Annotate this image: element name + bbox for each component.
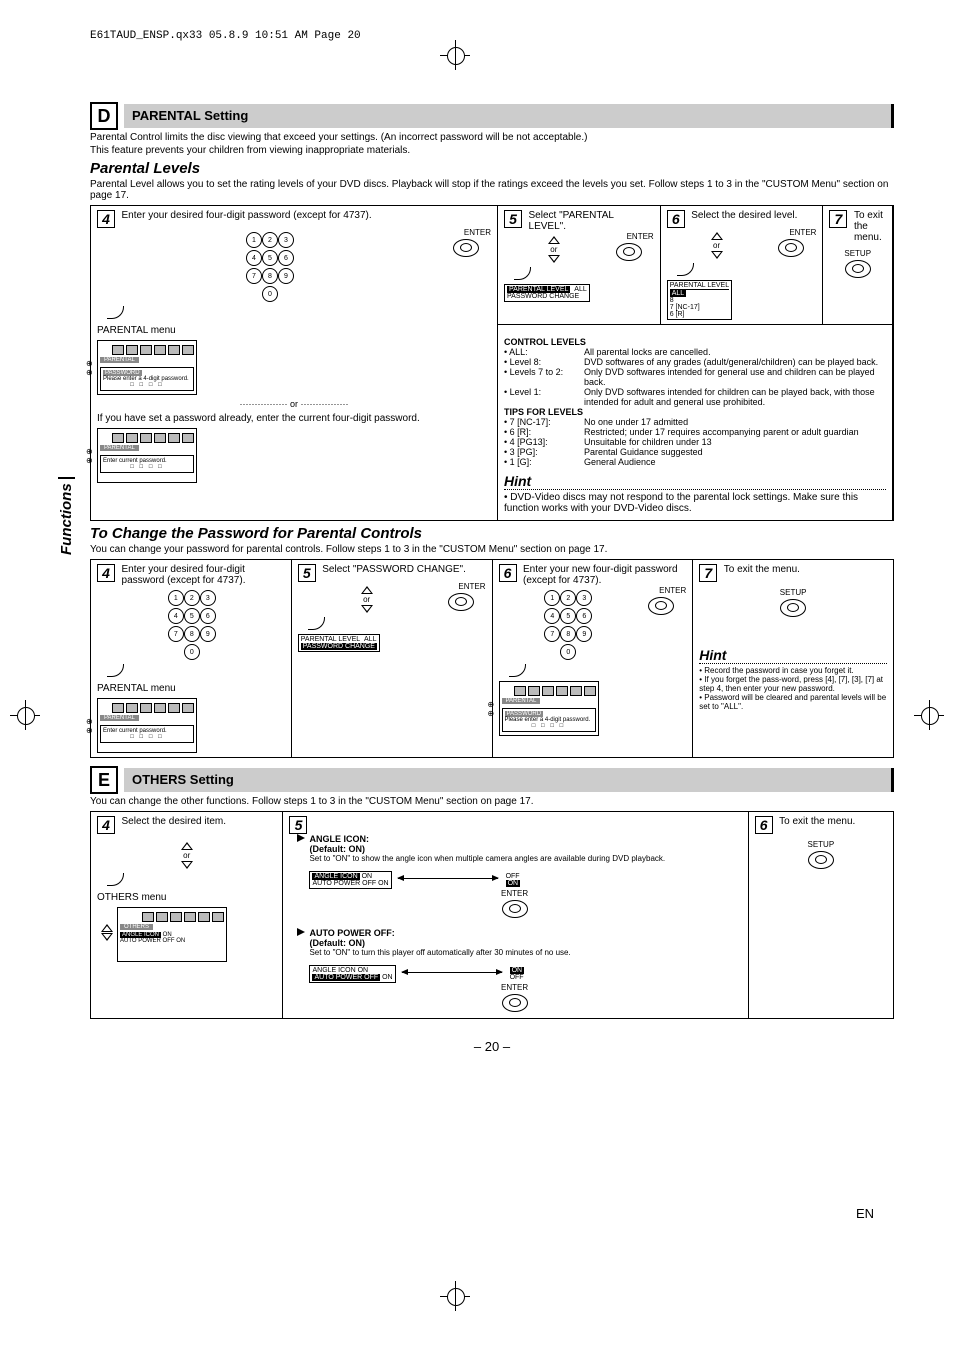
up-down-buttons[interactable]: or	[357, 586, 377, 613]
auto-power-default: (Default: ON)	[309, 938, 719, 948]
setup-label: SETUP	[829, 249, 886, 258]
parental-levels-heading: Parental Levels	[90, 160, 894, 177]
step-4-or-text: If you have set a password already, ente…	[97, 413, 491, 424]
step-6-text: Select the desired level.	[691, 210, 815, 221]
numeric-keypad[interactable]: 123 456 789 0	[244, 232, 294, 302]
angle-icon-title: ANGLE ICON:	[309, 834, 719, 844]
others-step4-text: Select the desired item.	[122, 816, 275, 827]
section-e-bar: OTHERS Setting	[124, 768, 894, 792]
tips-heading: TIPS FOR LEVELS	[504, 407, 886, 417]
enter-button[interactable]	[448, 593, 474, 611]
auto-power-menu-right: ON OFF	[508, 966, 527, 982]
others-menu-label: OTHERS menu	[97, 892, 276, 903]
angle-icon-desc: Set to "ON" to show the angle icon when …	[309, 854, 719, 863]
step-7-num: 7	[829, 210, 847, 228]
step-7-text: To exit the menu.	[854, 210, 885, 243]
pw-step5-num: 5	[298, 564, 316, 582]
others-step5-num: 5	[289, 816, 307, 834]
setup-label: SETUP	[699, 588, 887, 597]
auto-power-menu-left: ANGLE ICON ON AUTO POWER OFF ON	[309, 965, 395, 983]
section-d-bar: PARENTAL Setting	[124, 104, 894, 128]
screen-parental-enter: ⊕⊕ PARENTAL PASSWORD Please enter a 4-di…	[97, 340, 197, 395]
enter-button[interactable]	[502, 900, 528, 918]
angle-icon-menu-right: OFF ON	[504, 872, 523, 888]
numeric-keypad[interactable]: 123 456 789 0	[166, 590, 216, 660]
parental-menu-label: PARENTAL menu	[97, 683, 285, 694]
hint-2-line-2: • If you forget the pass-word, press [4]…	[699, 675, 887, 693]
pw-step4-num: 4	[97, 564, 115, 582]
change-password-desc: You can change your password for parenta…	[90, 544, 894, 555]
step-5-text: Select "PARENTAL LEVEL".	[529, 210, 653, 232]
pw-step7-text: To exit the menu.	[724, 564, 886, 575]
parental-level-menu: PARENTAL LEVEL ALL PASSWORD CHANGE	[504, 284, 590, 302]
hint-label: Hint	[699, 647, 726, 663]
enter-label: ENTER	[436, 582, 486, 591]
setup-button[interactable]	[808, 851, 834, 869]
screen-others: OTHERS ANGLE ICON ON AUTO POWER OFF ON	[117, 907, 227, 962]
hint-label: Hint	[504, 473, 531, 489]
parental-intro-2: This feature prevents your children from…	[90, 145, 894, 156]
screen-parental-current: ⊕⊕ PARENTAL Enter current password. □ □ …	[97, 428, 197, 483]
page-number: – 20 –	[90, 1039, 894, 1054]
up-down-icon	[97, 924, 117, 941]
others-step4-num: 4	[97, 816, 115, 834]
parental-steps-row: 4 Enter your desired four-digit password…	[90, 205, 894, 521]
section-e-letter: E	[90, 766, 118, 794]
angle-icon-default: (Default: ON)	[309, 844, 719, 854]
hint-2-line-1: • Record the password in case you forget…	[699, 666, 887, 675]
setup-button[interactable]	[845, 260, 871, 278]
setup-label: SETUP	[755, 840, 887, 849]
up-down-buttons[interactable]: or	[544, 236, 564, 263]
hint-2-line-3: • Password will be cleared and parental …	[699, 693, 887, 711]
step-4-text: Enter your desired four-digit password (…	[122, 210, 490, 221]
enter-button[interactable]	[778, 239, 804, 257]
page-language: EN	[856, 1206, 874, 1221]
pw-step4-text: Enter your desired four-digit password (…	[122, 564, 284, 586]
up-down-buttons[interactable]: or	[707, 232, 727, 259]
enter-label: ENTER	[441, 228, 491, 237]
parental-levels-desc: Parental Level allows you to set the rat…	[90, 179, 894, 201]
enter-label: ENTER	[604, 232, 654, 241]
step-4-num: 4	[97, 210, 115, 228]
others-step6-num: 6	[755, 816, 773, 834]
section-d-title: D PARENTAL Setting	[90, 102, 894, 130]
hint-1-text: • DVD-Video discs may not respond to the…	[504, 492, 886, 514]
pw-step7-num: 7	[699, 564, 717, 582]
parental-level-options: PARENTAL LEVEL ALL 8 7 [NC-17] 6 [R]	[667, 280, 732, 320]
auto-power-title: AUTO POWER OFF:	[309, 928, 719, 938]
password-change-menu: PARENTAL LEVEL ALL PASSWORD CHANGE	[298, 634, 380, 652]
screen-parental-current-2: ⊕⊕ PARENTAL Enter current password. □ □ …	[97, 698, 197, 753]
step-6-num: 6	[667, 210, 685, 228]
parental-intro-1: Parental Control limits the disc viewing…	[90, 132, 894, 143]
angle-icon-menu-left: ANGLE ICON ON AUTO POWER OFF ON	[309, 871, 391, 889]
others-intro: You can change the other functions. Foll…	[90, 796, 894, 807]
pw-step5-text: Select "PASSWORD CHANGE".	[322, 564, 484, 575]
others-steps: 4 Select the desired item. or OTHERS men…	[90, 811, 894, 1019]
setup-button[interactable]	[780, 599, 806, 617]
step-5-num: 5	[504, 210, 522, 228]
control-levels-heading: CONTROL LEVELS	[504, 337, 886, 347]
enter-button[interactable]	[453, 239, 479, 257]
parental-menu-label: PARENTAL menu	[97, 325, 491, 336]
auto-power-desc: Set to "ON" to turn this player off auto…	[309, 948, 719, 957]
section-d-letter: D	[90, 102, 118, 130]
or-divider: ················ or ················	[97, 399, 491, 409]
enter-button[interactable]	[616, 243, 642, 261]
pw-step6-num: 6	[499, 564, 517, 582]
numeric-keypad[interactable]: 123 456 789 0	[542, 590, 592, 660]
enter-label: ENTER	[766, 228, 816, 237]
running-header: E61TAUD_ENSP.qx33 05.8.9 10:51 AM Page 2…	[90, 30, 894, 42]
up-down-buttons[interactable]: or	[177, 842, 197, 869]
change-password-steps: 4 Enter your desired four-digit password…	[90, 559, 894, 758]
change-password-heading: To Change the Password for Parental Cont…	[90, 525, 894, 542]
screen-password-enter: ⊕⊕ PARENTAL PASSWORD Please enter a 4-di…	[499, 681, 599, 736]
section-e-title: E OTHERS Setting	[90, 766, 894, 794]
others-step6-text: To exit the menu.	[779, 816, 885, 827]
enter-label: ENTER	[636, 586, 686, 595]
enter-button[interactable]	[648, 597, 674, 615]
pw-step6-text: Enter your new four-digit password (exce…	[523, 564, 685, 586]
enter-button[interactable]	[502, 994, 528, 1012]
side-tab-functions: Functions	[58, 477, 75, 555]
